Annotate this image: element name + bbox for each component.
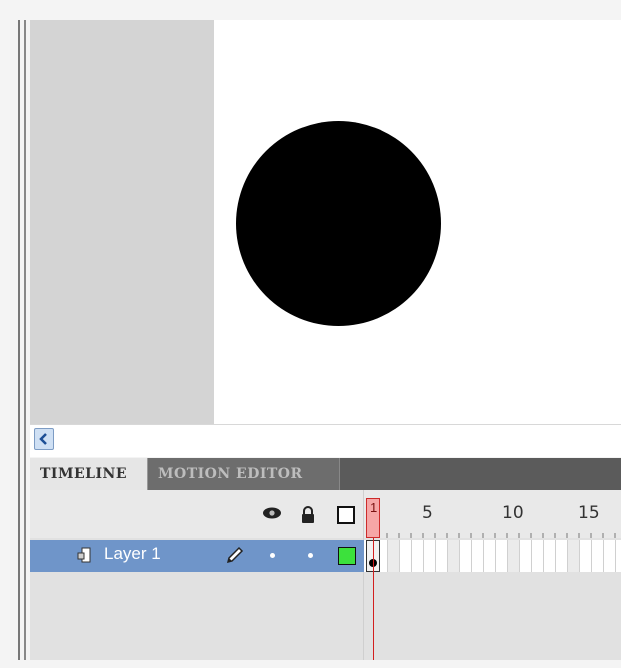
eye-icon[interactable] (262, 506, 282, 520)
outline-color-swatch[interactable] (338, 547, 356, 565)
window-top-edge (0, 0, 621, 20)
ruler-label-10: 10 (502, 503, 524, 523)
chevron-left-icon (39, 433, 47, 445)
visibility-dot[interactable] (270, 553, 275, 558)
window-bottom-edge (30, 660, 621, 668)
tab-motion-editor[interactable]: MOTION EDITOR (148, 458, 340, 490)
layer-page-icon (76, 546, 94, 569)
frame-cells[interactable] (364, 540, 621, 572)
layer-name[interactable]: Layer 1 (104, 544, 161, 564)
ruler-label-15: 15 (578, 503, 600, 523)
frame-ruler-ticks (386, 533, 616, 538)
lock-icon[interactable] (300, 506, 316, 524)
circle-shape[interactable] (236, 121, 441, 326)
horizontal-scrollbar[interactable] (30, 424, 621, 457)
pasteboard[interactable] (30, 20, 214, 424)
layer-frame-separator (363, 490, 364, 660)
scroll-left-button[interactable] (34, 428, 54, 450)
tab-timeline[interactable]: TIMELINE (30, 458, 148, 490)
outline-icon[interactable] (336, 505, 356, 525)
playhead-frame-label: 1 (370, 500, 378, 515)
panel-divider-left (18, 20, 20, 660)
playhead-line (373, 538, 374, 660)
panel-tab-bar: TIMELINE MOTION EDITOR (30, 458, 621, 490)
panel-divider-left-inner (24, 20, 26, 660)
pencil-icon (224, 544, 246, 571)
lock-dot[interactable] (308, 553, 313, 558)
ruler-label-5: 5 (422, 503, 433, 523)
